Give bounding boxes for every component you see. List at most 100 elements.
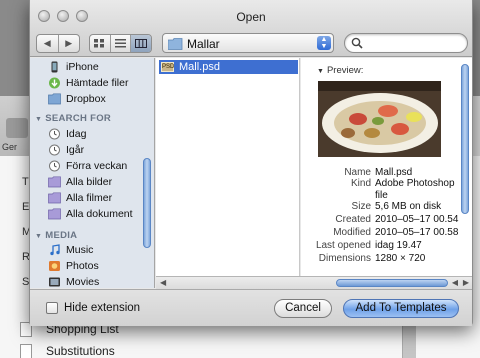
sidebar-section-media[interactable]: ▼ MEDIA <box>35 230 77 241</box>
background-scrollbar[interactable] <box>402 326 416 358</box>
document-icon <box>20 344 32 358</box>
sidebar-item-alla-bilder[interactable]: Alla bilder <box>48 174 112 189</box>
disclosure-triangle-icon: ▼ <box>317 68 324 75</box>
folder-icon <box>168 38 183 50</box>
sidebar-item-label: Idag <box>66 127 87 140</box>
search-field[interactable] <box>344 33 468 53</box>
psd-file-icon: PSD <box>161 62 175 72</box>
preview-vertical-scrollbar[interactable] <box>461 64 469 214</box>
sidebar-item-igar[interactable]: Igår <box>48 142 84 157</box>
background-letter: T <box>22 176 29 188</box>
sidebar-item-downloads[interactable]: Hämtade filer <box>48 75 128 90</box>
dropbox-folder-icon <box>48 92 61 104</box>
preview-header-label: Preview: <box>326 65 364 76</box>
metadata-value: idag 19.47 <box>375 240 422 251</box>
metadata-value: 2010–05–17 00.54 <box>375 214 459 225</box>
list-view-icon <box>115 39 126 48</box>
preview-thumbnail <box>318 81 441 157</box>
column-view-button[interactable] <box>130 35 151 52</box>
forward-button[interactable]: ▶ <box>57 35 80 52</box>
file-column: PSD Mall.psd <box>156 58 300 276</box>
scroll-right-icon[interactable]: ▶ <box>463 278 469 287</box>
photos-icon <box>49 260 60 271</box>
file-name: Mall.psd <box>179 61 220 73</box>
clock-icon <box>49 160 60 171</box>
metadata-value: 2010–05–17 00.58 <box>375 227 459 238</box>
sidebar-item-music[interactable]: Music <box>48 242 93 257</box>
checkbox-box[interactable] <box>46 302 58 314</box>
metadata-value: Adobe Photoshop file <box>375 178 455 201</box>
clock-icon <box>49 128 60 139</box>
iphone-icon <box>51 61 58 72</box>
metadata-value: 1280 × 720 <box>375 253 426 264</box>
forward-arrow-icon: ▶ <box>65 38 73 48</box>
search-input[interactable] <box>367 36 463 50</box>
sidebar-item-photos[interactable]: Photos <box>48 258 99 273</box>
metadata-key: Created <box>335 214 371 225</box>
sidebar-item-label: Dropbox <box>66 92 106 105</box>
clock-icon <box>49 144 60 155</box>
location-label: Mallar <box>187 37 220 51</box>
cancel-button[interactable]: Cancel <box>274 299 332 318</box>
sidebar-item-alla-filmer[interactable]: Alla filmer <box>48 190 112 205</box>
sidebar-item-dropbox[interactable]: Dropbox <box>48 91 106 106</box>
preview-header[interactable]: ▼ Preview: <box>317 65 363 76</box>
sidebar-item-label: Alla dokument <box>66 207 133 220</box>
sidebar-item-idag[interactable]: Idag <box>48 126 86 141</box>
sidebar-item-label: Hämtade filer <box>66 76 129 89</box>
downloads-icon <box>49 77 60 88</box>
background-row[interactable]: Substitutions <box>20 344 115 358</box>
dialog-title: Open <box>236 10 266 24</box>
sidebar-item-label: iPhone <box>66 60 99 73</box>
background-toolbar-label: Ger <box>2 142 18 152</box>
sidebar-item-label: Igår <box>66 143 85 156</box>
search-icon <box>351 37 363 49</box>
file-row-selected[interactable]: PSD Mall.psd <box>159 60 298 74</box>
sidebar-item-movies[interactable]: Movies <box>48 274 99 288</box>
sidebar-item-forra-veckan[interactable]: Förra veckan <box>48 158 127 173</box>
back-button[interactable]: ◀ <box>37 35 58 52</box>
preview-pane: ▼ Preview: Name Mall.psd Kind Adobe Phot… <box>301 58 472 276</box>
metadata-key: Kind <box>350 178 371 189</box>
metadata-key: Last opened <box>315 240 371 251</box>
add-to-templates-button[interactable]: Add To Templates <box>343 299 459 318</box>
browser-horizontal-scrollbar[interactable]: ◀ ◀ ▶ <box>156 276 472 289</box>
sidebar-scrollbar[interactable] <box>143 158 151 248</box>
music-icon <box>50 243 60 255</box>
hide-extension-checkbox[interactable]: Hide extension <box>46 302 140 314</box>
disclosure-triangle-icon: ▼ <box>35 116 43 123</box>
horizontal-scroll-thumb[interactable] <box>336 279 448 287</box>
dialog-titlebar: Open ◀ ▶ Mallar ▲ ▼ <box>30 0 472 57</box>
smart-folder-icon <box>48 175 61 187</box>
smart-folder-icon <box>48 207 61 219</box>
view-mode-switcher <box>89 34 152 53</box>
sidebar: iPhone Hämtade filer Dropbox ▼ SEARCH FOR… <box>30 58 155 288</box>
metadata-key: Name <box>344 167 371 178</box>
metadata-key: Dimensions <box>318 253 371 264</box>
sidebar-item-label: Förra veckan <box>66 159 128 172</box>
sidebar-item-iphone[interactable]: iPhone <box>48 59 99 74</box>
popup-arrows-icon: ▲ ▼ <box>317 36 331 50</box>
hide-extension-label: Hide extension <box>64 302 141 314</box>
sidebar-item-label: Music <box>66 243 94 256</box>
metadata-value: Mall.psd <box>375 167 413 178</box>
section-header-label: MEDIA <box>45 230 78 241</box>
icon-view-button[interactable] <box>90 35 110 52</box>
icon-view-icon <box>94 39 105 48</box>
back-arrow-icon: ◀ <box>43 38 51 48</box>
metadata-key: Size <box>351 201 371 212</box>
metadata-key: Modified <box>333 227 371 238</box>
metadata-value: 5,6 MB on disk <box>375 201 442 212</box>
sidebar-item-alla-dokument[interactable]: Alla dokument <box>48 206 133 221</box>
smart-folder-icon <box>48 191 61 203</box>
sidebar-item-label: Alla filmer <box>66 191 113 204</box>
general-prefs-icon <box>6 118 28 138</box>
sidebar-item-label: Photos <box>66 259 99 272</box>
scroll-left-icon[interactable]: ◀ <box>160 278 166 287</box>
food-photo-image <box>318 81 441 157</box>
location-popup[interactable]: Mallar ▲ ▼ <box>162 33 334 53</box>
list-view-button[interactable] <box>109 35 131 52</box>
scroll-left-icon[interactable]: ◀ <box>452 278 458 287</box>
sidebar-section-search-for[interactable]: ▼ SEARCH FOR <box>35 113 111 124</box>
sidebar-item-label: Movies <box>66 275 100 288</box>
